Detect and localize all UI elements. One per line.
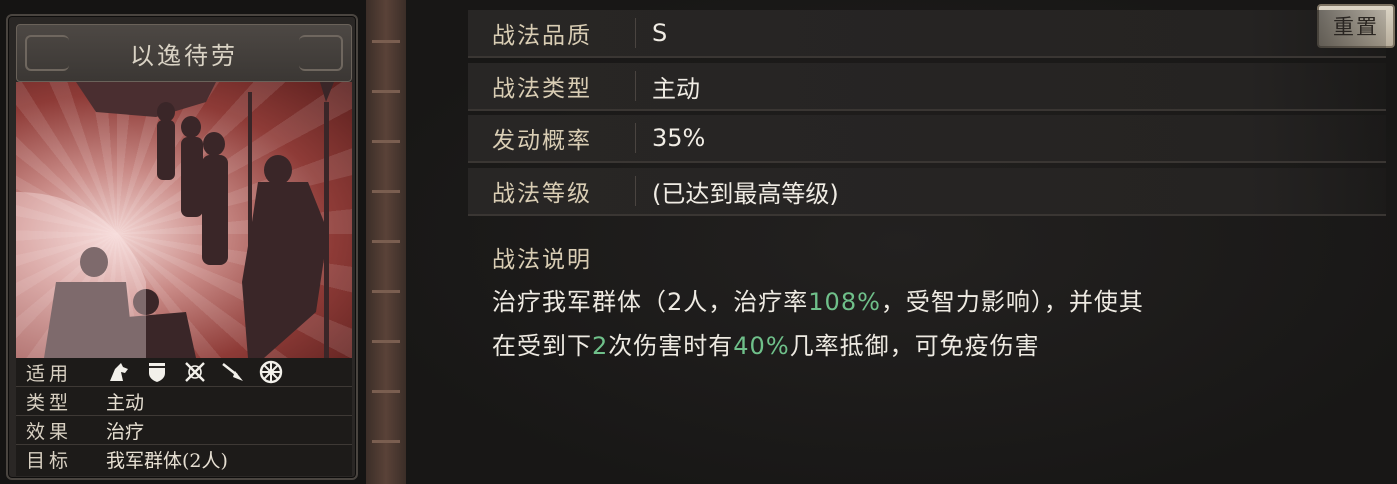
soldiers-silhouette-illustration	[16, 82, 334, 358]
info-value: S	[652, 19, 668, 47]
info-row-level: 战法等级 (已达到最高等级)	[468, 168, 1386, 216]
desc-text: 几率抵御，可免疫伤害	[789, 332, 1040, 360]
skill-name: 以逸待劳	[130, 41, 238, 70]
skill-details-panel: 重置 战法品质 S 战法类型 主动 发动概率 35% 战法等级 (已达到最高等级…	[406, 0, 1397, 484]
wheel-icon	[258, 360, 284, 384]
info-value: 主动	[652, 74, 700, 103]
desc-highlight: 108%	[808, 288, 881, 316]
description-line-2: 在受到下2次伤害时有40%几率抵御，可免疫伤害	[492, 324, 1372, 368]
skill-attributes: 适用 类型 主动 效果 治疗 目标 我军群体(2人)	[16, 358, 352, 476]
attr-row-applicable: 适用	[16, 358, 352, 387]
info-row-quality: 战法品质 S	[468, 10, 1386, 58]
shield-icon	[144, 360, 170, 384]
spear-icon	[220, 360, 246, 384]
attr-row-type: 类型 主动	[16, 387, 352, 416]
info-row-type: 战法类型 主动	[468, 63, 1386, 111]
crossed-weapons-icon	[182, 360, 208, 384]
info-row-trigger-rate: 发动概率 35%	[468, 115, 1386, 163]
skill-artwork	[16, 82, 352, 358]
desc-text: 治疗我军群体（2人，治疗率	[492, 288, 809, 316]
title-ornament-right	[299, 35, 343, 71]
attr-row-effect: 效果 治疗	[16, 416, 352, 445]
divider-pillar	[366, 0, 406, 484]
info-label: 发动概率	[468, 123, 636, 154]
attr-key: 效果	[26, 420, 73, 443]
attr-value: 治疗	[106, 420, 145, 443]
desc-highlight: 2	[592, 332, 609, 360]
attr-value: 主动	[106, 391, 145, 414]
applicable-unit-icons	[106, 360, 284, 384]
info-label: 战法品质	[468, 18, 636, 49]
info-label: 战法类型	[468, 71, 636, 102]
skill-card: 以逸待劳 适用 类型 主动 效果 治疗 目标 我军群体(2人)	[6, 14, 358, 480]
desc-text: 次伤害时有	[608, 332, 734, 360]
skill-card-title-bar: 以逸待劳	[16, 24, 352, 82]
attr-value: 我军群体(2人)	[106, 450, 228, 472]
desc-text: 在受到下	[492, 332, 592, 360]
description-line-1: 治疗我军群体（2人，治疗率108%，受智力影响），并使其	[492, 280, 1372, 324]
info-value: 35%	[652, 124, 706, 152]
info-value: (已达到最高等级)	[652, 179, 839, 208]
attr-key: 类型	[26, 391, 73, 414]
info-label: 战法等级	[468, 176, 636, 207]
description-title: 战法说明	[492, 247, 592, 273]
skill-description: 治疗我军群体（2人，治疗率108%，受智力影响），并使其 在受到下2次伤害时有4…	[492, 280, 1372, 368]
desc-highlight: 40%	[733, 332, 790, 360]
attr-key: 适用	[26, 362, 73, 385]
attr-key: 目标	[26, 450, 73, 472]
attr-row-target: 目标 我军群体(2人)	[16, 445, 352, 474]
cavalry-icon	[106, 360, 132, 384]
desc-text: ，受智力影响），并使其	[880, 288, 1144, 316]
title-ornament-left	[25, 35, 69, 71]
